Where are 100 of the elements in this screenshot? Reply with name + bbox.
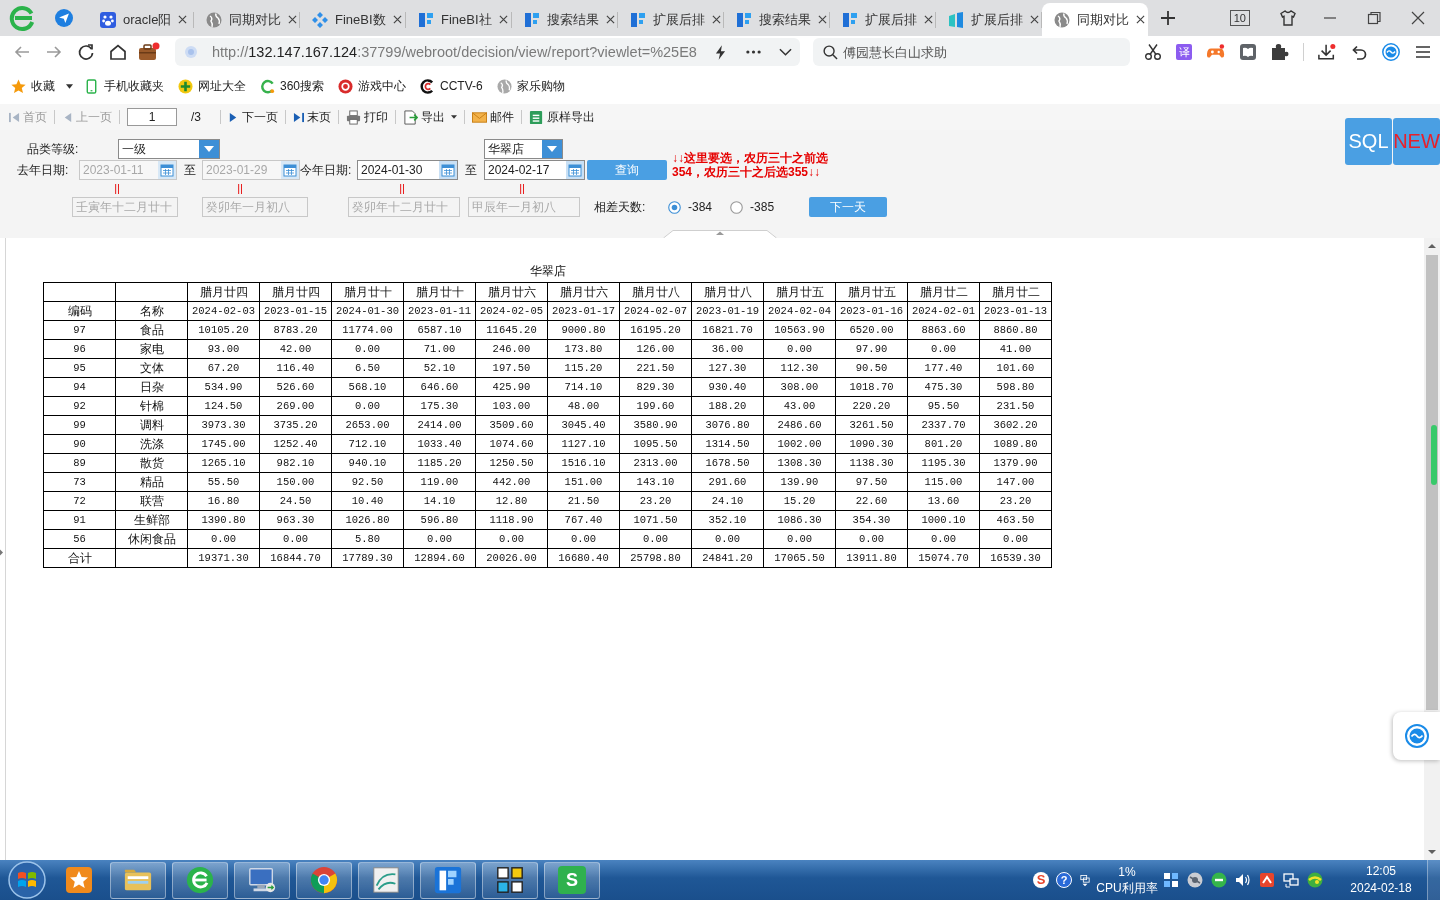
table-cell: 112.30: [763, 358, 836, 378]
toolbar-button[interactable]: 原样导出: [529, 108, 595, 126]
expand-arrow-icon[interactable]: [0, 548, 3, 556]
printer-icon: [346, 109, 361, 125]
table-cell: 16844.70: [259, 548, 332, 568]
close-icon[interactable]: [1030, 15, 1039, 24]
address-bar[interactable]: http://132.147.167.124:37799/webroot/decision/view/report?viewlet=%25E8: [175, 38, 800, 66]
browser-tab[interactable]: FineBI社: [406, 3, 512, 36]
table-cell: 0.00: [907, 339, 980, 359]
undo-icon[interactable]: [1350, 43, 1368, 61]
gamepad-icon[interactable]: [1207, 43, 1225, 61]
bookmark-link[interactable]: 游戏中心: [338, 77, 407, 95]
translate-button[interactable]: 译: [1176, 44, 1192, 60]
bookmark-link[interactable]: CCTV-6: [420, 78, 483, 94]
close-icon[interactable]: [498, 15, 508, 24]
search-field[interactable]: 傅园慧长白山求助: [813, 38, 1130, 66]
toolbar-button[interactable]: 下一页: [228, 108, 278, 126]
bookmark-link[interactable]: 家乐购物: [496, 77, 565, 95]
calendar-icon: [281, 161, 299, 179]
taskbar-button[interactable]: [358, 861, 414, 899]
collapse-handle[interactable]: [663, 230, 777, 238]
caret-down-icon[interactable]: [779, 48, 792, 56]
taskbar-button[interactable]: [110, 861, 166, 899]
table-cell: 食品: [115, 320, 188, 340]
bookmark-link[interactable]: 收藏: [11, 77, 55, 95]
taskbar-button[interactable]: [420, 861, 476, 899]
speaker-icon[interactable]: [1235, 872, 1251, 888]
browser-tab[interactable]: 同期对比: [1042, 3, 1148, 36]
browser-tab[interactable]: 同期对比: [194, 3, 300, 36]
bookmark-link[interactable]: 网址大全: [178, 77, 246, 95]
plus-icon[interactable]: [1160, 10, 1176, 26]
close-icon[interactable]: [924, 15, 933, 24]
show-desktop-button[interactable]: [1427, 860, 1440, 900]
category-select[interactable]: 一级: [118, 139, 220, 159]
shirt-icon[interactable]: [1279, 9, 1297, 27]
browser-tab[interactable]: 搜索结果: [724, 3, 830, 36]
close-icon[interactable]: [818, 15, 827, 24]
browser-tab[interactable]: 搜索结果: [512, 3, 618, 36]
scrollbar-thumb[interactable]: [1426, 255, 1438, 710]
browser-tab[interactable]: 扩展后排: [618, 3, 724, 36]
taskbar-button[interactable]: [482, 861, 538, 899]
send-icon[interactable]: [55, 9, 73, 27]
arc-logo-icon: [420, 78, 436, 94]
date-field[interactable]: 2024-02-17: [484, 160, 585, 180]
toolbar-button[interactable]: 邮件: [472, 108, 514, 126]
tab-count-button[interactable]: 10: [1229, 10, 1250, 26]
close-icon[interactable]: [178, 15, 188, 24]
star-app-icon[interactable]: [63, 864, 95, 896]
close-icon[interactable]: [288, 15, 297, 24]
radio-button[interactable]: [730, 200, 744, 214]
close-icon[interactable]: [392, 15, 402, 24]
menu-icon[interactable]: [1414, 43, 1432, 61]
restore-icon[interactable]: [1366, 10, 1382, 26]
network-icon[interactable]: [1283, 872, 1299, 888]
radio-button[interactable]: [668, 200, 681, 214]
download-icon[interactable]: [1318, 43, 1336, 61]
toolbar-button[interactable]: 打印: [346, 108, 388, 126]
chevron-logo-icon[interactable]: [1259, 872, 1275, 888]
start-button-icon[interactable]: [8, 861, 46, 899]
store-select[interactable]: 华翠店: [484, 139, 563, 159]
toolbar-button[interactable]: 末页: [293, 108, 331, 126]
book-icon[interactable]: [1239, 43, 1257, 61]
reload-icon[interactable]: [77, 43, 95, 61]
taskbar-button[interactable]: [172, 861, 228, 899]
dropdown-caret-icon[interactable]: [66, 83, 73, 89]
close-icon[interactable]: [1410, 10, 1426, 26]
lightning-icon[interactable]: [715, 44, 726, 60]
table-cell: 96: [43, 339, 116, 359]
date-field[interactable]: 2024-01-30: [357, 160, 458, 180]
browser-tab[interactable]: oracle阳: [88, 3, 194, 36]
more-icon[interactable]: [746, 50, 761, 54]
toolbar-button[interactable]: 导出: [403, 108, 457, 126]
browser-tab[interactable]: 扩展后排: [830, 3, 936, 36]
column-header: 2024-02-04: [763, 301, 836, 321]
sync-logo-icon[interactable]: [1382, 43, 1400, 61]
puzzle-icon[interactable]: [1271, 43, 1289, 61]
floating-button[interactable]: [1393, 712, 1440, 760]
close-icon[interactable]: [606, 15, 615, 24]
table-cell: 6520.00: [835, 320, 908, 340]
marker-text: ||: [236, 181, 244, 195]
help-icon[interactable]: ?: [1056, 872, 1072, 888]
ball-icon[interactable]: [1307, 872, 1323, 888]
grid-icon[interactable]: [1163, 872, 1179, 888]
briefcase-icon[interactable]: [138, 42, 160, 62]
table-cell: 8860.80: [979, 320, 1052, 340]
window-switch-icon[interactable]: [1080, 873, 1090, 887]
circle-logo-icon[interactable]: [1211, 872, 1227, 888]
bookmark-link[interactable]: 360搜索: [260, 77, 325, 95]
close-icon[interactable]: [712, 15, 721, 24]
column-header: 腊月廿八: [619, 282, 692, 302]
close-icon[interactable]: [1136, 15, 1145, 24]
scissors-icon[interactable]: [1144, 43, 1162, 61]
bookmark-link[interactable]: 手机收藏夹: [84, 77, 164, 95]
diamond-logo-icon: [312, 11, 328, 28]
browser-tab[interactable]: FineBI数: [300, 3, 406, 36]
home-icon[interactable]: [109, 43, 127, 61]
browser-tab[interactable]: 扩展后排: [936, 3, 1042, 36]
disc-icon[interactable]: [1187, 872, 1203, 888]
input-method-logo[interactable]: S: [1033, 872, 1049, 888]
page-number-field[interactable]: 1: [127, 108, 177, 126]
